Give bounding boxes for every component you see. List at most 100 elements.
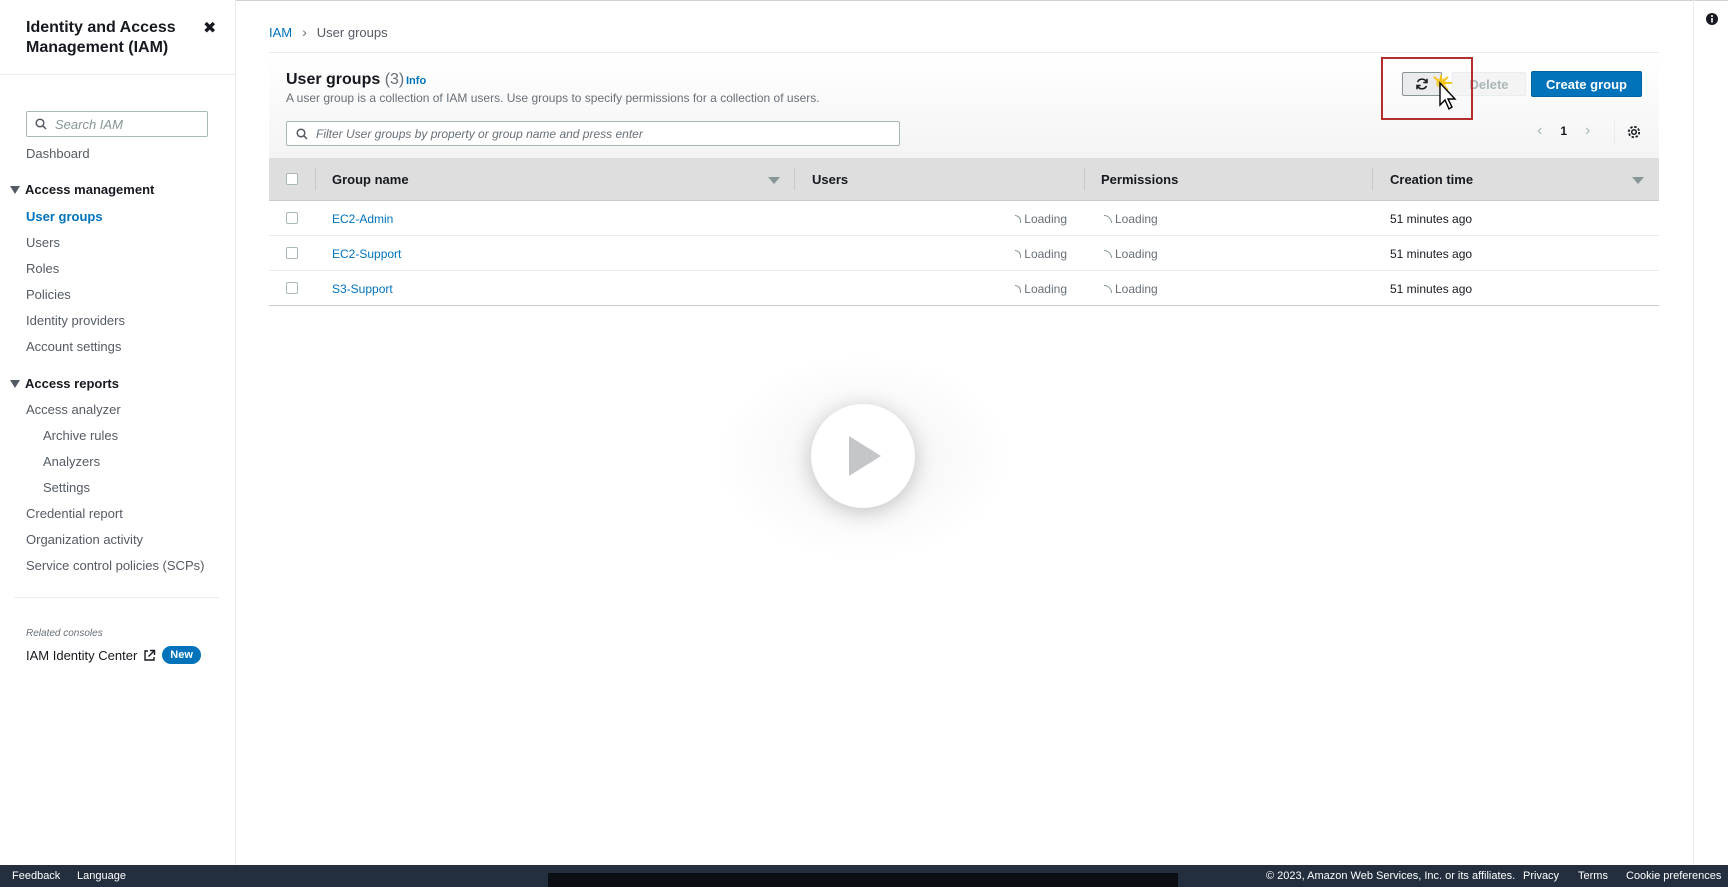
privacy-link[interactable]: Privacy: [1523, 870, 1559, 882]
sidebar-search[interactable]: [26, 111, 208, 137]
column-header-users[interactable]: Users: [812, 172, 848, 187]
sidebar-item-users[interactable]: Users: [26, 235, 60, 250]
page-number[interactable]: 1: [1560, 124, 1567, 138]
users-loading: Loading: [1015, 282, 1067, 296]
pagination-divider: [1614, 120, 1615, 146]
column-header-creation-time[interactable]: Creation time: [1390, 172, 1473, 187]
spinner-icon: [1104, 250, 1112, 258]
select-all-checkbox[interactable]: [286, 173, 298, 185]
sidebar-item-policies[interactable]: Policies: [26, 287, 71, 302]
pagination: ‹ 1 ›: [1537, 122, 1590, 140]
creation-time: 51 minutes ago: [1390, 247, 1473, 261]
permissions-loading: Loading: [1104, 247, 1158, 261]
table-row: S3-Support Loading Loading 51 minutes ag…: [269, 271, 1659, 306]
group-name-link[interactable]: EC2-Admin: [332, 212, 393, 226]
terms-link[interactable]: Terms: [1578, 870, 1608, 882]
settings-gear-icon[interactable]: [1626, 124, 1642, 140]
play-icon: [849, 436, 881, 476]
breadcrumb-current: User groups: [316, 24, 388, 40]
sidebar-item-scps[interactable]: Service control policies (SCPs): [26, 558, 204, 573]
caret-down-icon: [10, 379, 20, 388]
loading-text: Loading: [1115, 247, 1158, 261]
loading-text: Loading: [1024, 247, 1067, 261]
sidebar-divider: [14, 597, 219, 598]
page-description: A user group is a collection of IAM user…: [286, 91, 820, 105]
loading-text: Loading: [1115, 282, 1158, 296]
spinner-icon: [1015, 285, 1022, 293]
language-link[interactable]: Language: [77, 870, 126, 882]
column-divider: [794, 168, 795, 190]
new-badge: New: [162, 646, 201, 664]
sidebar-section-access-management[interactable]: Access management: [10, 182, 154, 197]
info-icon[interactable]: [1705, 12, 1719, 26]
page-title-text: User groups: [286, 71, 381, 88]
identity-center-label: IAM Identity Center: [26, 647, 138, 663]
feedback-link[interactable]: Feedback: [12, 870, 60, 882]
info-link[interactable]: Info: [406, 75, 426, 87]
table-header: Group name Users Permissions Creation ti…: [269, 158, 1659, 201]
copyright-text: © 2023, Amazon Web Services, Inc. or its…: [1266, 870, 1516, 882]
sort-caret-icon[interactable]: [1632, 177, 1644, 184]
search-iam-input[interactable]: [55, 116, 195, 132]
group-name-link[interactable]: EC2-Support: [332, 247, 401, 261]
cursor-icon: [1433, 75, 1457, 111]
top-border: [0, 0, 1728, 1]
sidebar-item-dashboard[interactable]: Dashboard: [26, 146, 90, 161]
sidebar-item-credential-report[interactable]: Credential report: [26, 506, 123, 521]
chevron-right-icon: ›: [302, 24, 307, 40]
create-group-button[interactable]: Create group: [1531, 71, 1642, 97]
users-loading: Loading: [1015, 247, 1067, 261]
sidebar-section-access-reports[interactable]: Access reports: [10, 376, 119, 391]
chevron-left-icon[interactable]: ‹: [1537, 122, 1542, 140]
right-panel-divider: [1693, 0, 1694, 865]
search-icon: [296, 127, 308, 140]
group-count: (3): [384, 71, 405, 88]
row-checkbox[interactable]: [286, 247, 298, 259]
sidebar-item-settings[interactable]: Settings: [43, 480, 90, 495]
row-checkbox[interactable]: [286, 282, 298, 294]
cookie-preferences-link[interactable]: Cookie preferences: [1626, 870, 1721, 882]
users-loading: Loading: [1015, 212, 1067, 226]
related-consoles-label: Related consoles: [26, 628, 103, 639]
creation-time: 51 minutes ago: [1390, 282, 1473, 296]
spinner-icon: [1015, 250, 1022, 258]
filter-groups[interactable]: [286, 121, 900, 146]
group-name-link[interactable]: S3-Support: [332, 282, 393, 296]
loading-text: Loading: [1115, 212, 1158, 226]
spinner-icon: [1015, 215, 1022, 223]
sort-caret-icon[interactable]: [768, 177, 780, 184]
search-icon: [35, 118, 47, 130]
breadcrumb-iam[interactable]: IAM: [269, 25, 292, 40]
spinner-icon: [1104, 215, 1112, 223]
creation-time: 51 minutes ago: [1390, 212, 1473, 226]
column-divider: [1084, 168, 1085, 190]
chevron-right-icon[interactable]: ›: [1585, 122, 1590, 140]
breadcrumb: IAM › User groups: [269, 24, 388, 40]
row-checkbox[interactable]: [286, 212, 298, 224]
sidebar-title: Identity and Access Management (IAM): [26, 19, 176, 56]
sidebar-item-identity-providers[interactable]: Identity providers: [26, 313, 125, 328]
sidebar-item-user-groups[interactable]: User groups: [26, 209, 103, 224]
sidebar-item-analyzers[interactable]: Analyzers: [43, 454, 100, 469]
table-row: EC2-Support Loading Loading 51 minutes a…: [269, 236, 1659, 271]
identity-center-link[interactable]: IAM Identity Center New: [26, 646, 201, 664]
external-link-icon: [144, 649, 156, 661]
sidebar: Identity and Access Management (IAM) ✖ D…: [0, 0, 236, 865]
play-button[interactable]: [811, 404, 915, 508]
sidebar-item-archive-rules[interactable]: Archive rules: [43, 428, 118, 443]
sidebar-item-access-analyzer[interactable]: Access analyzer: [26, 402, 121, 417]
sidebar-item-roles[interactable]: Roles: [26, 261, 59, 276]
column-header-group-name[interactable]: Group name: [332, 172, 409, 187]
loading-text: Loading: [1024, 212, 1067, 226]
permissions-loading: Loading: [1104, 212, 1158, 226]
loading-text: Loading: [1024, 282, 1067, 296]
column-divider: [1372, 168, 1373, 190]
sidebar-item-organization-activity[interactable]: Organization activity: [26, 532, 143, 547]
column-header-permissions[interactable]: Permissions: [1101, 172, 1178, 187]
close-icon[interactable]: ✖: [203, 18, 216, 38]
sidebar-item-account-settings[interactable]: Account settings: [26, 339, 121, 354]
section-label: Access management: [25, 182, 155, 197]
page-title: User groups (3): [286, 71, 404, 89]
spinner-icon: [1104, 285, 1112, 293]
filter-input[interactable]: [316, 126, 876, 141]
